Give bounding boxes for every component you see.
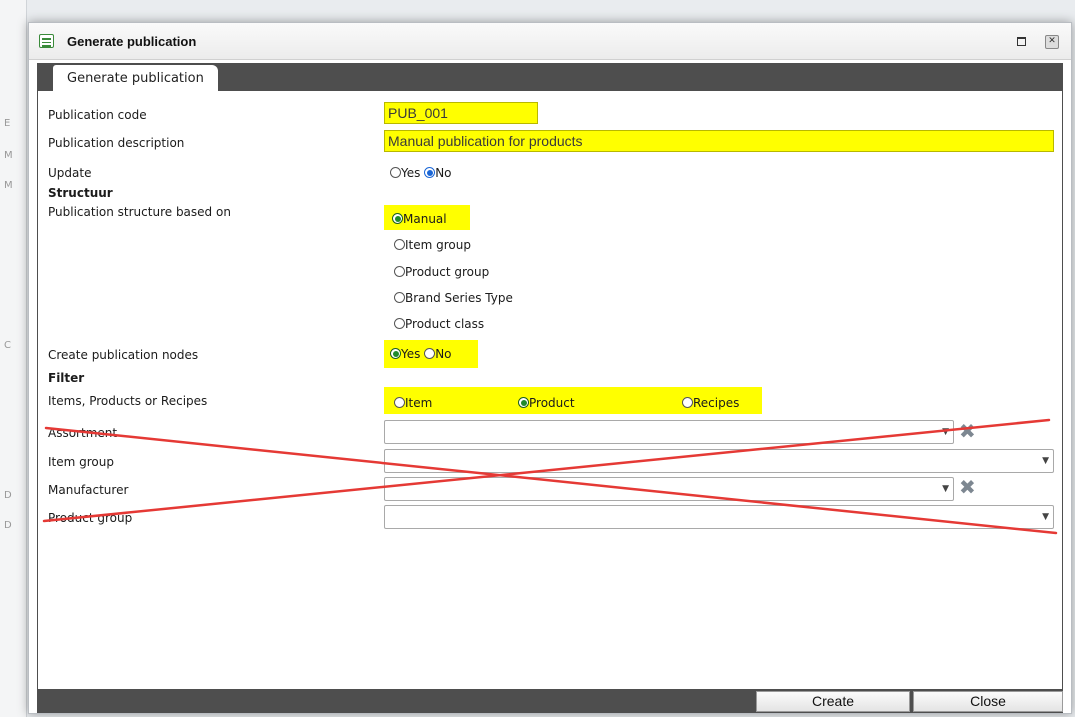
- item-group-filter-label: Item group: [48, 455, 114, 469]
- create-nodes-yes-radio[interactable]: [390, 348, 401, 359]
- tab-generate-publication[interactable]: Generate publication: [53, 65, 218, 92]
- create-button[interactable]: Create: [756, 691, 910, 712]
- chevron-down-icon: ▼: [1042, 456, 1049, 466]
- background-app-strip: EMMCDD: [0, 0, 27, 717]
- dialog-titlebar: Generate publication ✕: [29, 23, 1071, 60]
- product-group-filter-label: Product group: [48, 511, 133, 525]
- chevron-down-icon: ▼: [942, 484, 949, 494]
- structure-option-item-group[interactable]: Item group: [394, 238, 471, 252]
- update-no-radio[interactable]: [424, 167, 436, 178]
- close-window-icon[interactable]: ✕: [1045, 35, 1059, 49]
- publication-code-input[interactable]: PUB_001: [384, 102, 538, 124]
- filter-option-item[interactable]: Item: [394, 396, 432, 410]
- create-nodes-no-radio[interactable]: [424, 348, 436, 359]
- update-yes-radio[interactable]: [390, 167, 401, 178]
- create-nodes-yes-label: Yes: [401, 347, 421, 361]
- structure-option-product-group[interactable]: Product group: [394, 265, 489, 279]
- publication-code-label: Publication code: [48, 108, 147, 122]
- chevron-down-icon: ▼: [942, 427, 949, 437]
- items-products-recipes-label: Items, Products or Recipes: [48, 394, 208, 408]
- assortment-select[interactable]: ▼: [384, 420, 954, 444]
- brand-series-type-label: Brand Series Type: [405, 291, 513, 305]
- product-radio[interactable]: [518, 397, 529, 408]
- form-panel: Publication code PUB_001 Publication des…: [37, 91, 1063, 689]
- filter-section-heading: Filter: [48, 371, 85, 385]
- clear-manufacturer-icon[interactable]: ✖: [959, 477, 976, 497]
- structure-option-product-class[interactable]: Product class: [394, 317, 484, 331]
- update-yes-label: Yes: [401, 166, 421, 180]
- assortment-label: Assortment: [48, 426, 118, 440]
- structure-based-on-label: Publication structure based on: [48, 205, 231, 219]
- chevron-down-icon: ▼: [1042, 512, 1049, 522]
- product-class-label: Product class: [405, 317, 485, 331]
- structure-section-heading: Structuur: [48, 186, 113, 200]
- filter-option-product[interactable]: Product: [518, 396, 575, 410]
- publication-description-label: Publication description: [48, 136, 185, 150]
- update-radio-group: Yes No: [390, 166, 452, 180]
- item-group-label: Item group: [405, 238, 471, 252]
- dialog-title: Generate publication: [67, 34, 197, 49]
- item-label: Item: [405, 396, 433, 410]
- maximize-icon[interactable]: [1015, 35, 1027, 47]
- item-group-radio[interactable]: [394, 239, 405, 250]
- recipes-radio[interactable]: [682, 397, 693, 408]
- product-group-select[interactable]: ▼: [384, 505, 1054, 529]
- form-icon: [39, 34, 54, 48]
- recipes-label: Recipes: [693, 396, 740, 410]
- filter-option-recipes[interactable]: Recipes: [682, 396, 739, 410]
- publication-description-input[interactable]: Manual publication for products: [384, 130, 1054, 152]
- create-nodes-no-label: No: [435, 347, 452, 361]
- tab-bar: Generate publication: [37, 63, 1063, 92]
- generate-publication-dialog: Generate publication ✕ Generate publicat…: [28, 22, 1072, 714]
- structure-option-manual[interactable]: Manual: [392, 212, 447, 226]
- create-nodes-label: Create publication nodes: [48, 348, 199, 362]
- update-no-label: No: [435, 166, 452, 180]
- product-class-radio[interactable]: [394, 318, 405, 329]
- structure-option-brand-series-type[interactable]: Brand Series Type: [394, 291, 513, 305]
- create-nodes-radio-group: Yes No: [390, 347, 452, 361]
- product-label: Product: [529, 396, 575, 410]
- brand-series-type-radio[interactable]: [394, 292, 405, 303]
- manual-radio[interactable]: [392, 213, 403, 224]
- item-group-select[interactable]: ▼: [384, 449, 1054, 473]
- manual-label: Manual: [403, 212, 447, 226]
- product-group-label: Product group: [405, 265, 490, 279]
- clear-assortment-icon[interactable]: ✖: [959, 421, 976, 441]
- product-group-radio[interactable]: [394, 266, 405, 277]
- update-label: Update: [48, 166, 92, 180]
- dialog-footer: Create Close: [37, 689, 1063, 713]
- manufacturer-select[interactable]: ▼: [384, 477, 954, 501]
- manufacturer-label: Manufacturer: [48, 483, 129, 497]
- item-radio[interactable]: [394, 397, 405, 408]
- close-button[interactable]: Close: [913, 691, 1063, 712]
